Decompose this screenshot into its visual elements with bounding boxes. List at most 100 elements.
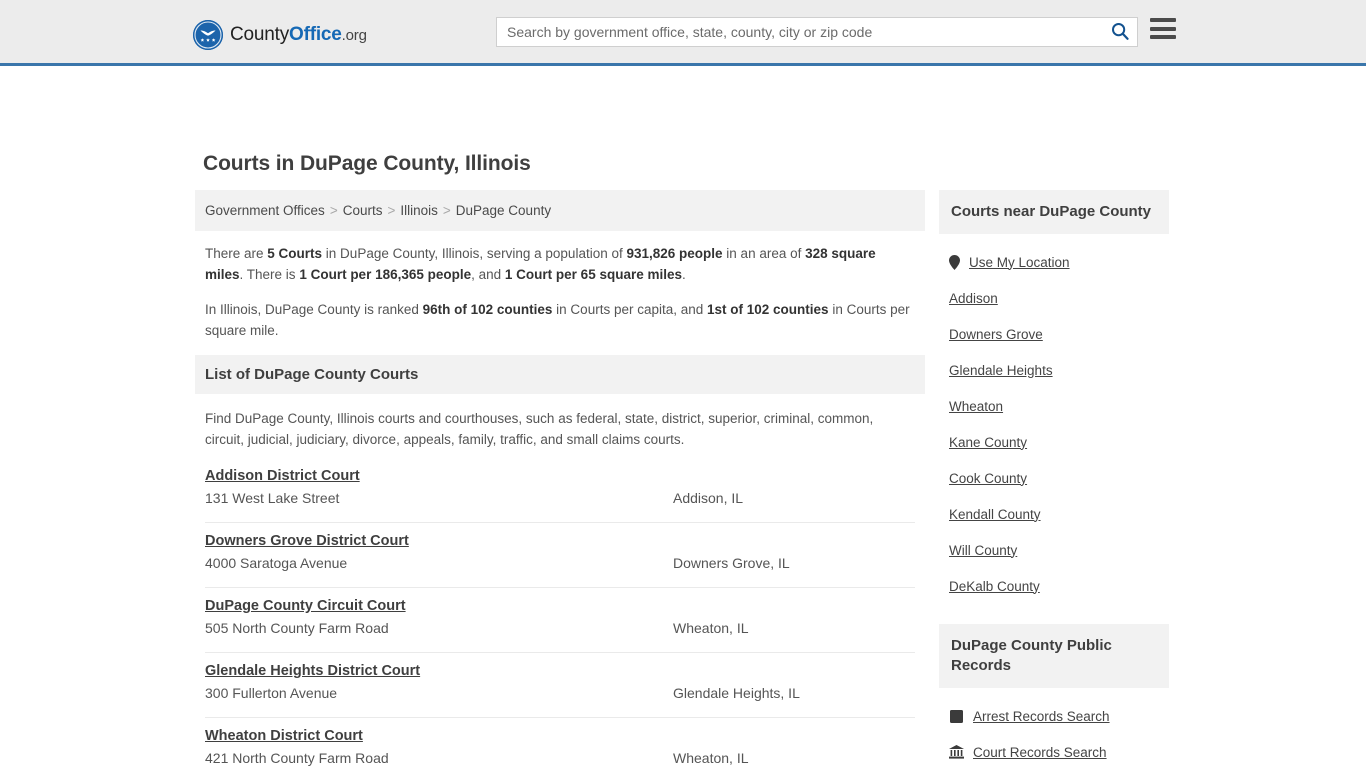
court-row: Glendale Heights District Court 300 Fulle… <box>205 653 915 718</box>
search-button[interactable] <box>1103 18 1137 46</box>
logo-text-office: Office <box>289 24 342 45</box>
sidebar-link-label[interactable]: Court Records Search <box>973 745 1107 760</box>
sidebar-link-label[interactable]: Use My Location <box>969 255 1070 270</box>
intro-text: , and <box>471 267 505 282</box>
eagle-stars-seal-icon <box>193 20 223 50</box>
search-bar[interactable] <box>496 17 1138 47</box>
hamburger-bar <box>1150 18 1176 22</box>
logo-wordmark: CountyOffice.org <box>230 24 367 46</box>
court-city-state: Glendale Heights, IL <box>673 685 800 701</box>
intro-text: . <box>682 267 686 282</box>
court-name-link[interactable]: Downers Grove District Court <box>205 533 409 549</box>
public-record-link[interactable]: Court Records Search <box>949 734 1169 768</box>
nearby-court-link[interactable]: Addison <box>949 280 1169 316</box>
intro-highlight: 1 Court per 65 square miles <box>504 267 682 282</box>
court-address-line: 421 North County Farm Road Wheaton, IL <box>205 750 915 768</box>
nearby-court-link[interactable]: Wheaton <box>949 388 1169 424</box>
court-address-line: 505 North County Farm Road Wheaton, IL <box>205 620 915 640</box>
sidebar-link-label[interactable]: Addison <box>949 291 998 306</box>
nearby-court-link[interactable]: Downers Grove <box>949 316 1169 352</box>
court-street: 421 North County Farm Road <box>205 750 389 766</box>
hamburger-menu-icon[interactable] <box>1150 18 1176 39</box>
public-records-heading: DuPage County Public Records <box>939 624 1169 688</box>
page-title: Courts in DuPage County, Illinois <box>203 152 531 175</box>
breadcrumb-item[interactable]: Government Offices <box>205 203 325 218</box>
intro-text: in DuPage County, Illinois, serving a po… <box>322 246 627 261</box>
breadcrumb-item[interactable]: Courts <box>343 203 383 218</box>
nearby-court-link[interactable]: Cook County <box>949 460 1169 496</box>
court-row: Downers Grove District Court 4000 Saratog… <box>205 523 915 588</box>
nearby-court-link[interactable]: Kane County <box>949 424 1169 460</box>
sidebar-link-label[interactable]: Arrest Records Search <box>973 709 1110 724</box>
intro-text: in Courts per capita, and <box>552 302 708 317</box>
nearby-court-link[interactable]: Will County <box>949 532 1169 568</box>
intro-text: . There is <box>239 267 300 282</box>
court-street: 300 Fullerton Avenue <box>205 685 338 701</box>
sidebar-link-label[interactable]: DeKalb County <box>949 579 1040 594</box>
nearby-court-link[interactable]: Use My Location <box>949 244 1169 280</box>
court-city-state: Wheaton, IL <box>673 620 749 636</box>
court-row: DuPage County Circuit Court 505 North Cou… <box>205 588 915 653</box>
court-row: Wheaton District Court 421 North County F… <box>205 718 915 768</box>
court-name-link[interactable]: Addison District Court <box>205 468 360 484</box>
intro-text: There are <box>205 246 268 261</box>
intro-text: In Illinois, DuPage County is ranked <box>205 302 423 317</box>
intro-highlight: 5 Courts <box>267 246 323 261</box>
court-address-line: 131 West Lake Street Addison, IL <box>205 490 915 510</box>
breadcrumb-separator: > <box>387 203 396 218</box>
nearby-court-link[interactable]: Kendall County <box>949 496 1169 532</box>
main-content-column: Government Offices > Courts > Illinois > DuPag… <box>195 190 925 768</box>
breadcrumb-separator: > <box>442 203 451 218</box>
sidebar-link-label[interactable]: Wheaton <box>949 399 1003 414</box>
court-list: Addison District Court 131 West Lake Stre… <box>195 458 925 768</box>
list-section-description: Find DuPage County, Illinois courts and … <box>205 411 874 447</box>
intro-highlight: 96th of 102 counties <box>422 302 553 317</box>
nearby-courts-heading: Courts near DuPage County <box>939 190 1169 234</box>
intro-paragraph-2: In Illinois, DuPage County is ranked 96t… <box>205 299 915 341</box>
court-street: 4000 Saratoga Avenue <box>205 555 348 571</box>
court-street: 505 North County Farm Road <box>205 620 389 636</box>
breadcrumb-item[interactable]: DuPage County <box>456 203 551 218</box>
intro-highlight: 1st of 102 counties <box>707 302 829 317</box>
logo-text-org: .org <box>341 27 367 44</box>
sidebar-link-label[interactable]: Kendall County <box>949 507 1041 522</box>
public-record-link[interactable]: Arrest Records Search <box>949 698 1169 734</box>
nearby-court-link[interactable]: DeKalb County <box>949 568 1169 604</box>
court-address-line: 4000 Saratoga Avenue Downers Grove, IL <box>205 555 915 575</box>
site-logo[interactable]: CountyOffice.org <box>193 20 367 50</box>
court-name-link[interactable]: DuPage County Circuit Court <box>205 598 406 614</box>
sidebar-link-label[interactable]: Will County <box>949 543 1017 558</box>
hamburger-bar <box>1150 26 1176 31</box>
sidebar-link-label[interactable]: Kane County <box>949 435 1027 450</box>
public-records-section: DuPage County Public Records Arrest Reco… <box>939 624 1169 768</box>
intro-statistics: There are 5 Courts in DuPage County, Ill… <box>195 231 925 341</box>
breadcrumb-item[interactable]: Illinois <box>400 203 438 218</box>
courthouse-icon <box>949 745 964 760</box>
search-icon <box>1111 22 1129 43</box>
breadcrumb-separator: > <box>329 203 338 218</box>
nearby-court-link[interactable]: Glendale Heights <box>949 352 1169 388</box>
court-city-state: Downers Grove, IL <box>673 555 790 571</box>
breadcrumb: Government Offices > Courts > Illinois > DuPag… <box>205 203 915 218</box>
court-address-line: 300 Fullerton Avenue Glendale Heights, IL <box>205 685 915 705</box>
search-input[interactable] <box>497 18 1103 46</box>
hamburger-bar <box>1150 35 1176 39</box>
nearby-courts-links: Use My Location Addison Downers Grove Glend… <box>939 234 1169 604</box>
sidebar: Courts near DuPage County Use My Locatio… <box>939 190 1169 768</box>
intro-highlight: 1 Court per 186,365 people <box>299 267 472 282</box>
court-city-state: Addison, IL <box>673 490 744 506</box>
sidebar-link-label[interactable]: Glendale Heights <box>949 363 1053 378</box>
sidebar-link-label[interactable]: Downers Grove <box>949 327 1043 342</box>
court-street: 131 West Lake Street <box>205 490 340 506</box>
site-header: CountyOffice.org <box>0 0 1366 66</box>
sidebar-link-label[interactable]: Cook County <box>949 471 1027 486</box>
logo-text-county: County <box>230 24 290 45</box>
intro-highlight: 931,826 people <box>626 246 723 261</box>
court-name-link[interactable]: Wheaton District Court <box>205 728 363 744</box>
intro-text: in an area of <box>722 246 806 261</box>
fingerprint-icon <box>949 709 964 724</box>
court-name-link[interactable]: Glendale Heights District Court <box>205 663 420 679</box>
map-pin-icon <box>949 254 960 270</box>
court-city-state: Wheaton, IL <box>673 750 749 766</box>
breadcrumb-bar: Government Offices > Courts > Illinois > DuPag… <box>195 190 925 231</box>
